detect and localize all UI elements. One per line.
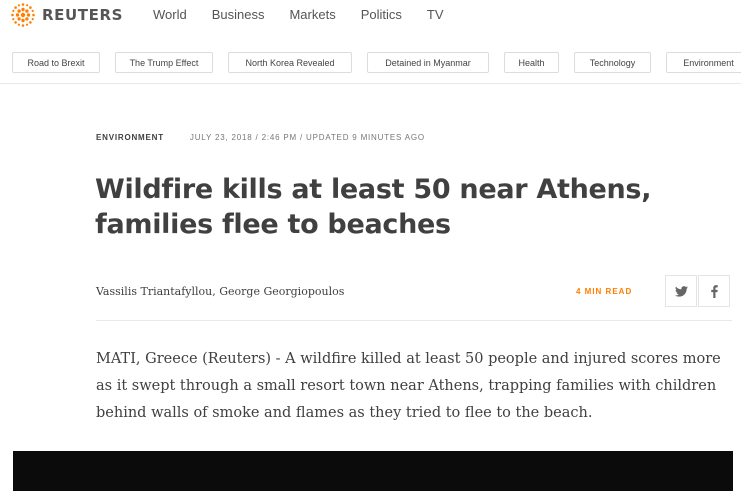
article-lead-paragraph: MATI, Greece (Reuters) - A wildfire kill… <box>96 351 721 421</box>
top-nav: REUTERS World Business Markets Politics … <box>0 0 741 30</box>
nav-item-business[interactable]: Business <box>212 7 265 22</box>
topic-trump-effect[interactable]: The Trump Effect <box>115 52 213 73</box>
nav-item-politics[interactable]: Politics <box>361 7 402 22</box>
reuters-wordmark: REUTERS <box>42 6 124 24</box>
share-twitter-button[interactable] <box>665 275 697 307</box>
reuters-logo[interactable]: REUTERS <box>10 2 123 28</box>
article-section[interactable]: ENVIRONMENT <box>96 133 164 142</box>
nav-item-world[interactable]: World <box>153 7 187 22</box>
article-photo <box>13 451 733 491</box>
article-meta: ENVIRONMENT JULY 23, 2018 / 2:46 PM / UP… <box>96 133 425 142</box>
topic-technology[interactable]: Technology <box>574 52 651 73</box>
topic-health[interactable]: Health <box>504 52 559 73</box>
topic-environment[interactable]: Environment <box>666 52 741 73</box>
read-time: 4 MIN READ <box>576 287 633 296</box>
topic-detained-in-myanmar[interactable]: Detained in Myanmar <box>367 52 489 73</box>
topic-bar: Road to Brexit The Trump Effect North Ko… <box>12 52 741 73</box>
share-facebook-button[interactable] <box>698 275 730 307</box>
nav-item-tv[interactable]: TV <box>427 7 444 22</box>
article-headline: Wildfire kills at least 50 near Athens, … <box>95 174 652 240</box>
article-byline[interactable]: Vassilis Triantafyllou, George Georgiopo… <box>96 285 344 298</box>
main-nav: World Business Markets Politics TV <box>153 7 469 22</box>
topic-road-to-brexit[interactable]: Road to Brexit <box>12 52 100 73</box>
nav-item-markets[interactable]: Markets <box>289 7 335 22</box>
facebook-icon <box>710 284 718 298</box>
header-divider <box>0 83 741 84</box>
twitter-icon <box>674 285 688 297</box>
article-dateline: JULY 23, 2018 / 2:46 PM / UPDATED 9 MINU… <box>189 133 425 142</box>
byline-divider <box>96 320 732 321</box>
reuters-logo-icon <box>11 3 35 27</box>
topic-north-korea-revealed[interactable]: North Korea Revealed <box>228 52 352 73</box>
